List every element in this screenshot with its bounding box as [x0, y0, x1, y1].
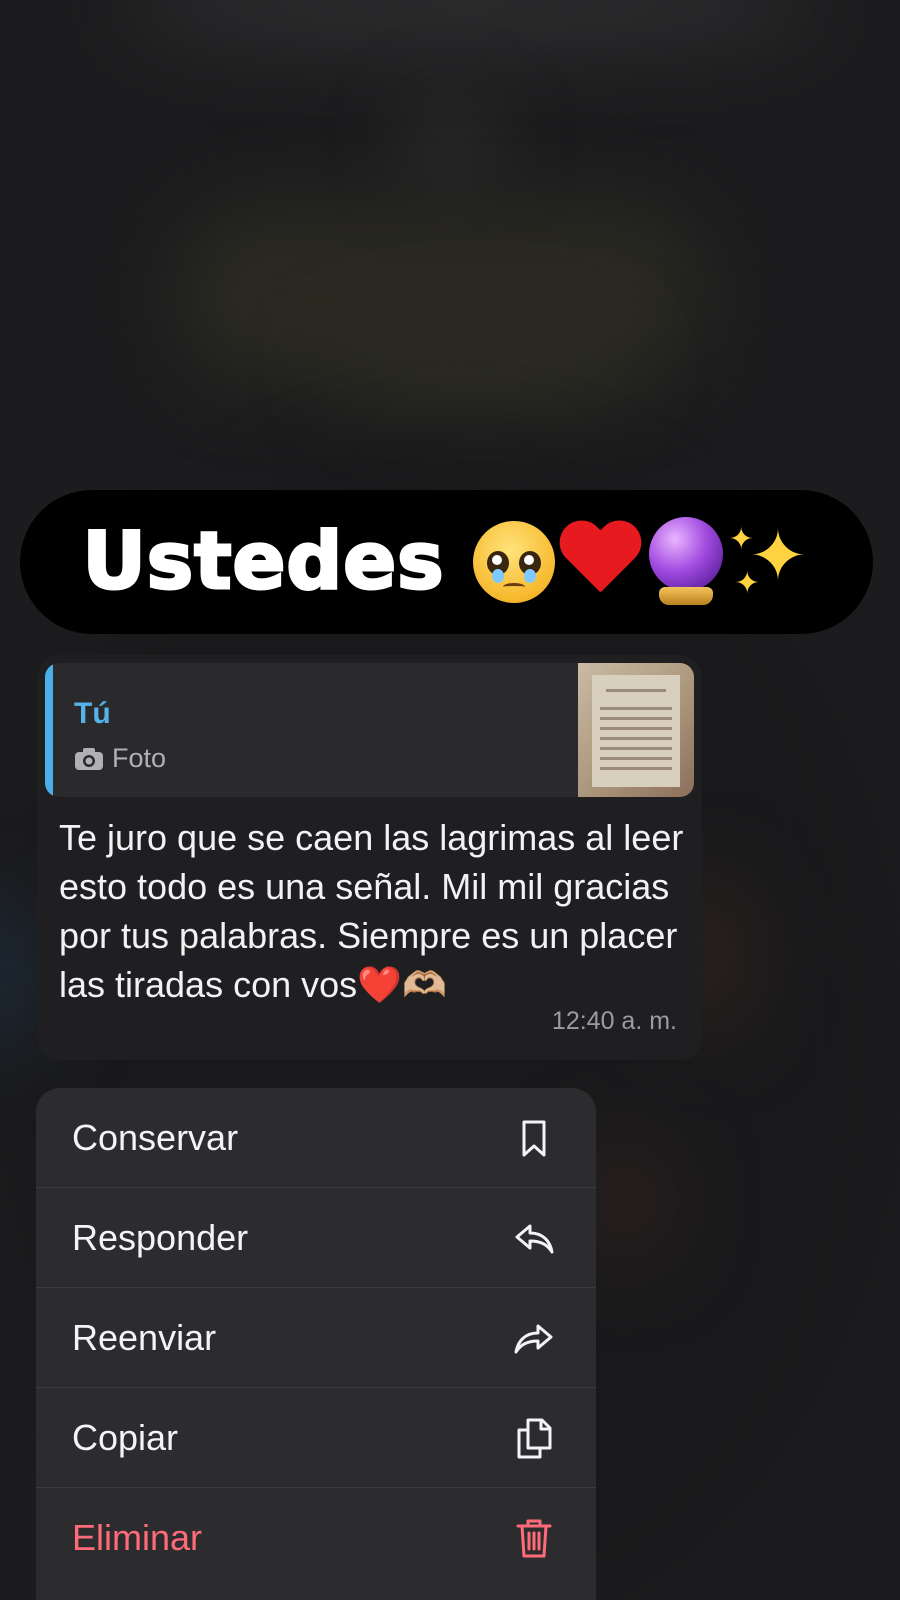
- red-heart-icon: [557, 522, 643, 602]
- quote-author: Tú: [74, 697, 111, 730]
- menu-item-copiar[interactable]: Copiar: [36, 1388, 596, 1488]
- menu-item-label: Eliminar: [72, 1517, 203, 1558]
- banner-emojis: ✦ ✦ ✦: [472, 517, 811, 607]
- trash-icon: [512, 1516, 556, 1560]
- menu-item-label: Conservar: [72, 1116, 239, 1158]
- menu-item-label: Responder: [72, 1216, 249, 1258]
- bookmark-icon: [512, 1116, 556, 1160]
- quote-accent-bar: [45, 663, 53, 797]
- banner-text: Ustedes: [81, 516, 445, 609]
- camera-icon: [75, 747, 103, 770]
- menu-item-label: Reenviar: [72, 1316, 217, 1358]
- menu-item-reenviar[interactable]: Reenviar: [36, 1288, 596, 1388]
- reply-icon: [512, 1216, 556, 1260]
- menu-item-label: Copiar: [72, 1416, 179, 1458]
- reaction-banner: Ustedes ✦ ✦ ✦: [20, 490, 873, 634]
- forward-icon: [512, 1316, 556, 1360]
- quoted-message[interactable]: Tú Foto: [45, 663, 694, 797]
- photo-thumbnail: [578, 663, 694, 797]
- message-text: Te juro que se caen las lagrimas al leer…: [59, 817, 684, 1005]
- menu-item-responder[interactable]: Responder: [36, 1188, 596, 1288]
- message-bubble[interactable]: Tú Foto Te juro que se caen las lagrimas…: [37, 655, 702, 1060]
- sparkles-icon: ✦ ✦ ✦: [728, 517, 808, 600]
- copy-icon: [512, 1416, 556, 1460]
- crystal-ball-icon: [645, 517, 727, 607]
- pleading-face-icon: [472, 521, 555, 603]
- message-time: 12:40 a. m.: [551, 1007, 677, 1035]
- quote-type: Foto: [74, 743, 166, 774]
- context-menu: Conservar Responder Reenviar Copiar Elim…: [36, 1088, 596, 1600]
- quote-type-label: Foto: [112, 743, 167, 773]
- menu-item-eliminar[interactable]: Eliminar: [36, 1488, 596, 1588]
- menu-item-conservar[interactable]: Conservar: [36, 1088, 596, 1188]
